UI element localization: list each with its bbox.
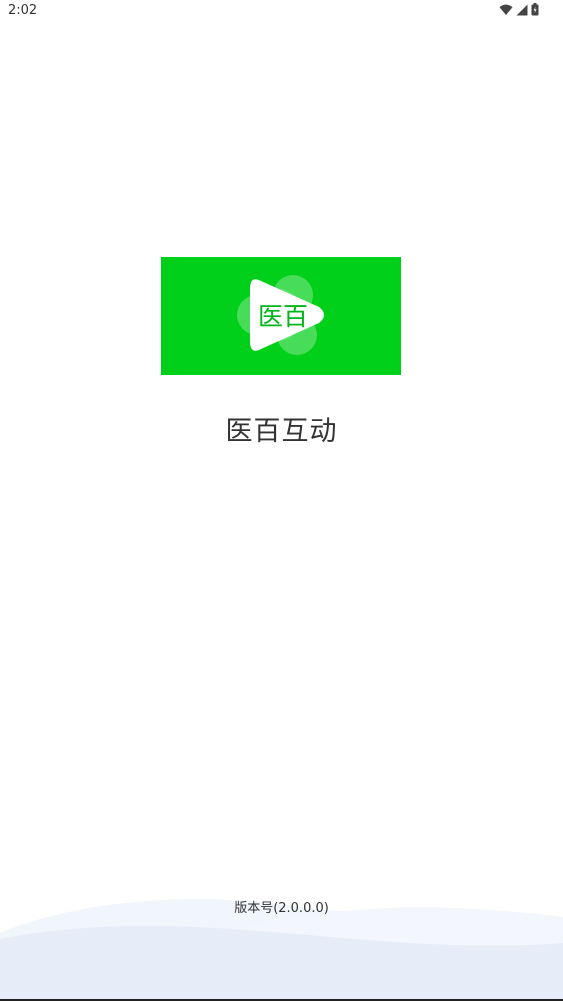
app-name: 医百互动 xyxy=(225,416,338,447)
status-bar: 2:02 xyxy=(0,0,563,24)
cellular-signal-icon xyxy=(516,4,528,16)
status-time: 2:02 xyxy=(8,3,38,18)
splash-screen: 2:02 医百 医百互动 版本号(2.0.0.0) xyxy=(0,0,563,1001)
status-icons xyxy=(499,3,539,16)
logo-text: 医百 xyxy=(258,302,308,331)
app-logo: 医百 xyxy=(161,257,401,375)
wifi-icon xyxy=(499,4,513,16)
battery-icon xyxy=(531,3,539,16)
version-label: 版本号(2.0.0.0) xyxy=(234,901,329,916)
